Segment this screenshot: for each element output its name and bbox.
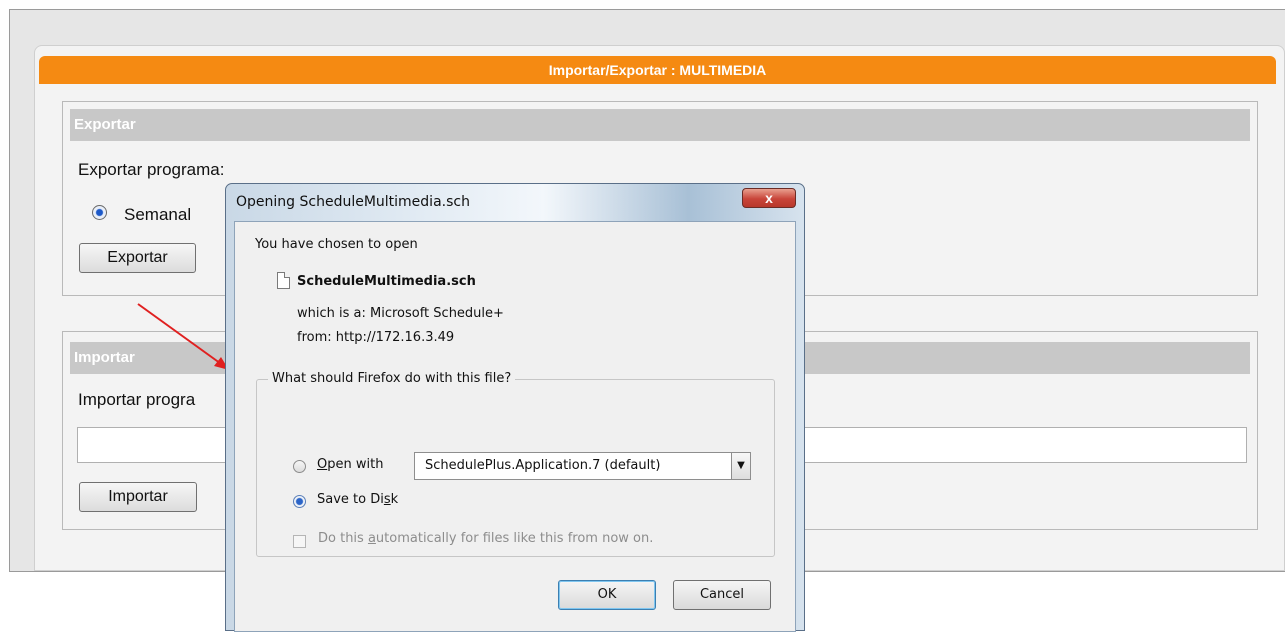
- save-label-pre: Save to Di: [317, 492, 384, 507]
- auto-label: Do this automatically for files like thi…: [318, 531, 653, 546]
- open-with-label: Open with: [317, 457, 383, 472]
- file-download-dialog: Opening ScheduleMultimedia.sch x You hav…: [225, 183, 805, 632]
- close-button[interactable]: x: [742, 188, 796, 208]
- chevron-down-icon[interactable]: ▼: [731, 453, 750, 479]
- action-group-legend: What should Firefox do with this file?: [268, 371, 516, 386]
- ok-button[interactable]: OK: [558, 580, 656, 610]
- auto-label-post: utomatically for files like this from no…: [375, 531, 654, 546]
- intro-text: You have chosen to open: [255, 237, 418, 252]
- auto-checkbox: [293, 535, 306, 548]
- auto-label-pre: Do this: [318, 531, 368, 546]
- file-source: from: http://172.16.3.49: [297, 330, 455, 345]
- save-accesskey: s: [383, 492, 391, 507]
- auto-accesskey: a: [367, 531, 376, 546]
- dialog-title: Opening ScheduleMultimedia.sch: [236, 194, 470, 210]
- open-with-select[interactable]: SchedulePlus.Application.7 (default) ▼: [414, 452, 751, 480]
- file-icon: [277, 272, 290, 289]
- save-label-post: k: [390, 492, 399, 507]
- cancel-button[interactable]: Cancel: [673, 580, 771, 610]
- open-with-label-rest: pen with: [327, 457, 384, 472]
- file-type: which is a: Microsoft Schedule+: [297, 306, 504, 321]
- file-name: ScheduleMultimedia.sch: [297, 274, 476, 289]
- open-with-accesskey: O: [317, 457, 328, 472]
- dialog-body: You have chosen to open ScheduleMultimed…: [234, 221, 796, 632]
- save-to-disk-label: Save to Disk: [317, 492, 398, 507]
- open-with-radio[interactable]: [293, 460, 306, 473]
- open-with-app: SchedulePlus.Application.7 (default): [425, 458, 661, 473]
- save-to-disk-radio[interactable]: [293, 495, 306, 508]
